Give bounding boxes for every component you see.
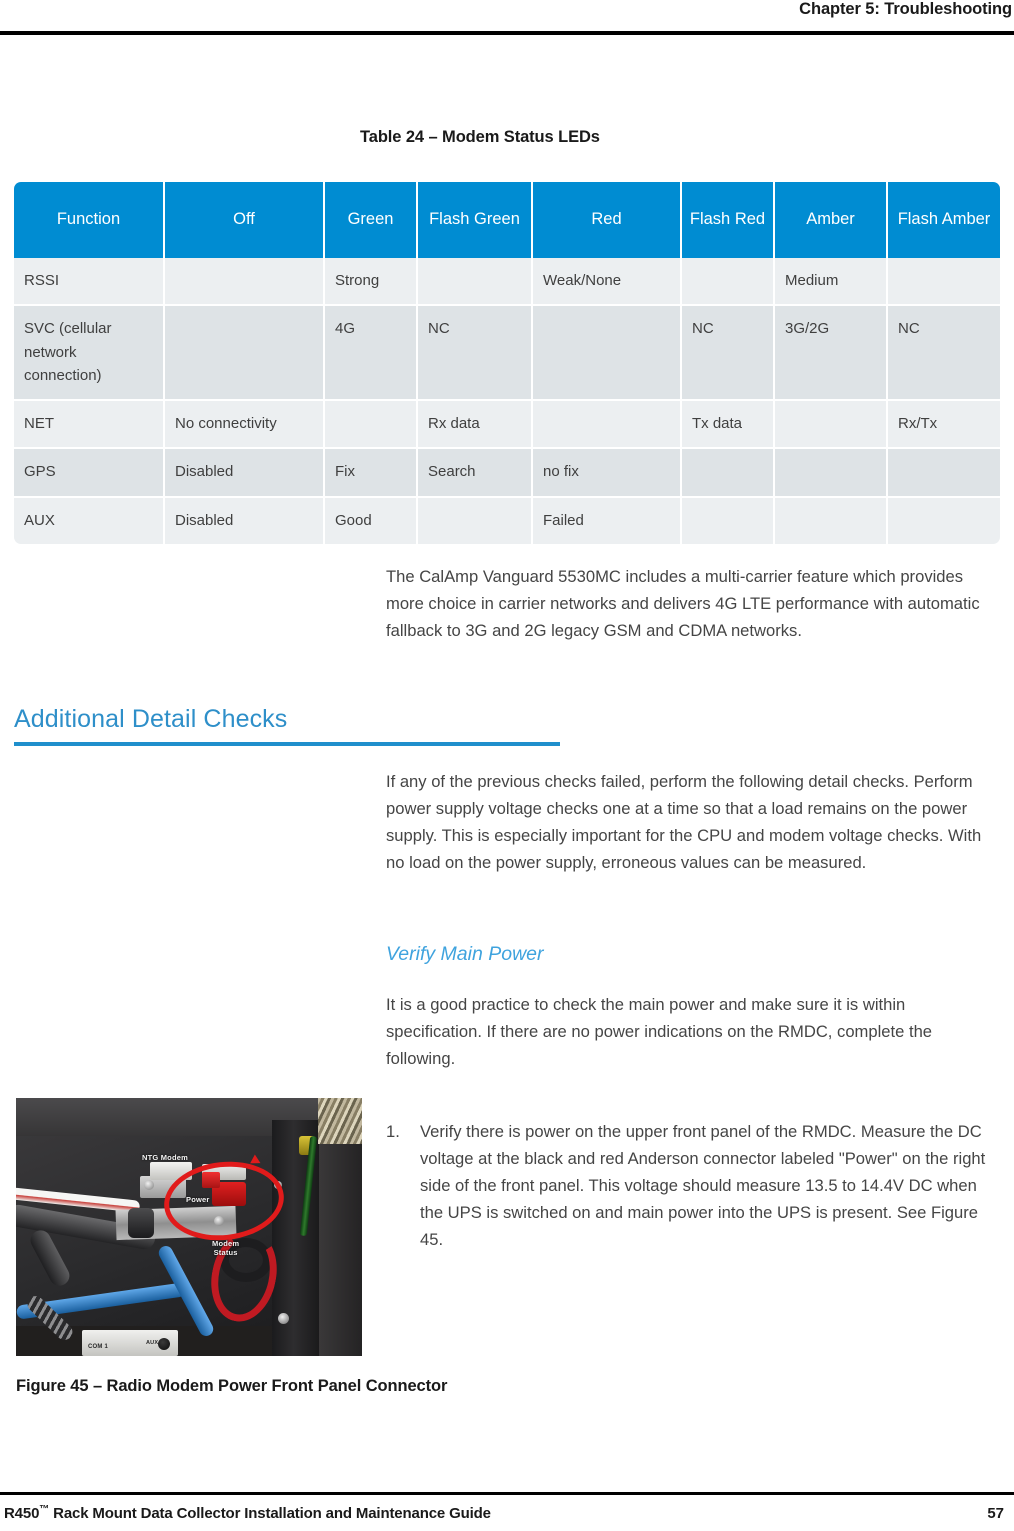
cell-flash-amber <box>888 449 1000 498</box>
trademark-icon: ™ <box>39 1504 50 1515</box>
cell-function: NET <box>14 401 165 450</box>
main-power-paragraph-block: It is a good practice to check the main … <box>386 992 988 1073</box>
detail-paragraph-block: If any of the previous checks failed, pe… <box>386 769 988 877</box>
photo-braided-ground-strap <box>318 1098 362 1144</box>
cell-off: No connectivity <box>165 401 325 450</box>
cell-flash-red <box>682 497 775 544</box>
photo-panel-screw <box>144 1180 154 1190</box>
cell-green: Fix <box>325 449 418 498</box>
header-divider-rule <box>0 31 1014 35</box>
cell-off: Disabled <box>165 497 325 544</box>
footer-divider-rule <box>0 1492 1014 1495</box>
photo-cable-strain-boot <box>128 1208 154 1238</box>
intro-paragraph: The CalAmp Vanguard 5530MC includes a mu… <box>386 567 980 640</box>
cell-green: Good <box>325 497 418 544</box>
section-heading-underline <box>14 741 560 746</box>
detail-paragraph: If any of the previous checks failed, pe… <box>386 772 982 872</box>
cell-flash-amber <box>888 258 1000 307</box>
column-header-flash-red: Flash Red <box>682 182 775 258</box>
cell-amber: 3G/2G <box>775 306 888 401</box>
photo-label-aux: AUX <box>146 1340 159 1346</box>
cell-off <box>165 258 325 307</box>
table-row: SVC (cellular network connection) 4G NC … <box>14 306 1000 401</box>
figure-45-photo: NTG Modem Power Modem Status COM 1 AUX <box>16 1098 362 1356</box>
cell-function: SVC (cellular network connection) <box>14 306 165 401</box>
column-header-flash-green: Flash Green <box>418 182 533 258</box>
cell-off: Disabled <box>165 449 325 498</box>
cell-green: 4G <box>325 306 418 401</box>
cell-flash-red <box>682 258 775 307</box>
section-heading: Additional Detail Checks <box>14 705 288 733</box>
cell-red: no fix <box>533 449 682 498</box>
cell-flash-amber <box>888 497 1000 544</box>
cell-flash-red <box>682 449 775 498</box>
table-header-row: Function Off Green Flash Green Red Flash… <box>14 182 1000 258</box>
table-row: RSSI Strong Weak/None Medium <box>14 258 1000 307</box>
cell-amber <box>775 497 888 544</box>
column-header-off: Off <box>165 182 325 258</box>
cell-flash-red: NC <box>682 306 775 401</box>
cell-red <box>533 306 682 401</box>
figure-caption: Figure 45 – Radio Modem Power Front Pane… <box>16 1377 448 1395</box>
photo-label-ntg-modem: NTG Modem <box>142 1153 188 1162</box>
running-header-text: Chapter 5: Troubleshooting <box>799 0 1012 18</box>
cell-red <box>533 401 682 450</box>
cell-function: AUX <box>14 497 165 544</box>
table-caption: Table 24 – Modem Status LEDs <box>360 128 600 146</box>
column-header-green: Green <box>325 182 418 258</box>
footer-title-rest: Rack Mount Data Collector Installation a… <box>49 1505 491 1522</box>
cell-function: GPS <box>14 449 165 498</box>
footer-product-name: R450 <box>4 1505 40 1522</box>
table-row: GPS Disabled Fix Search no fix <box>14 449 1000 498</box>
sub-heading-verify-main-power: Verify Main Power <box>386 943 544 965</box>
footer-document-title: R450™ Rack Mount Data Collector Installa… <box>4 1504 491 1522</box>
cell-flash-red: Tx data <box>682 401 775 450</box>
photo-panel-screw <box>278 1313 289 1324</box>
list-item-number: 1. <box>386 1122 400 1141</box>
cell-flash-green: Rx data <box>418 401 533 450</box>
list-item-text: Verify there is power on the upper front… <box>420 1122 986 1249</box>
cell-flash-green <box>418 258 533 307</box>
column-header-amber: Amber <box>775 182 888 258</box>
cell-flash-amber: NC <box>888 306 1000 401</box>
cell-amber <box>775 401 888 450</box>
cell-flash-green: NC <box>418 306 533 401</box>
intro-paragraph-block: The CalAmp Vanguard 5530MC includes a mu… <box>386 564 988 645</box>
list-item: 1. Verify there is power on the upper fr… <box>386 1119 994 1253</box>
section-heading-block: Additional Detail Checks <box>14 705 560 746</box>
cell-red: Weak/None <box>533 258 682 307</box>
cell-green <box>325 401 418 450</box>
modem-status-led-table-wrapper: Function Off Green Flash Green Red Flash… <box>14 182 1000 544</box>
cell-flash-green <box>418 497 533 544</box>
column-header-red: Red <box>533 182 682 258</box>
cell-function: RSSI <box>14 258 165 307</box>
cell-flash-green: Search <box>418 449 533 498</box>
main-power-paragraph: It is a good practice to check the main … <box>386 995 933 1068</box>
cell-amber: Medium <box>775 258 888 307</box>
modem-status-led-table: Function Off Green Flash Green Red Flash… <box>14 182 1000 544</box>
photo-com-port-connector <box>158 1338 170 1350</box>
table-row: NET No connectivity Rx data Tx data Rx/T… <box>14 401 1000 450</box>
photo-label-com1: COM 1 <box>88 1344 109 1350</box>
cell-green: Strong <box>325 258 418 307</box>
cell-flash-amber: Rx/Tx <box>888 401 1000 450</box>
footer-page-number: 57 <box>987 1504 1004 1522</box>
column-header-flash-amber: Flash Amber <box>888 182 1000 258</box>
cell-off <box>165 306 325 401</box>
cell-red: Failed <box>533 497 682 544</box>
cell-amber <box>775 449 888 498</box>
page-footer: R450™ Rack Mount Data Collector Installa… <box>0 1498 1014 1528</box>
photo-label-modem-status: Modem Status <box>212 1239 240 1257</box>
table-row: AUX Disabled Good Failed <box>14 497 1000 544</box>
column-header-function: Function <box>14 182 165 258</box>
